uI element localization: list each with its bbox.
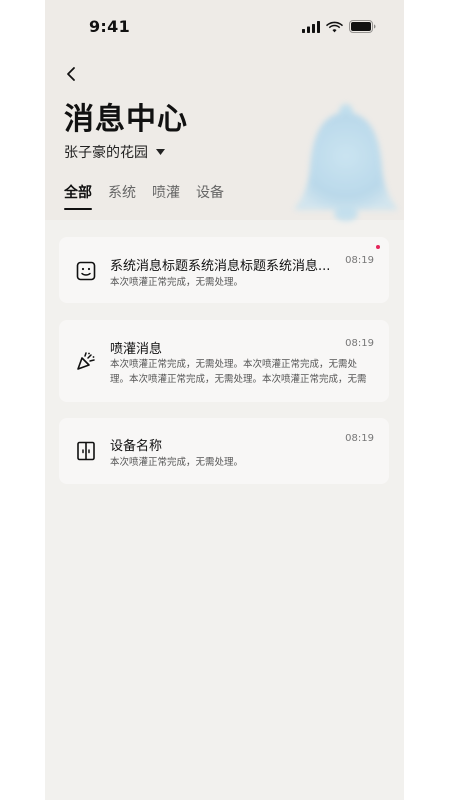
garden-name: 张子豪的花园: [64, 145, 148, 161]
status-time: 9:41: [89, 17, 130, 36]
system-message-icon: [76, 261, 96, 281]
tab-device[interactable]: 设备: [196, 182, 224, 210]
wifi-icon: [326, 21, 343, 32]
message-description: 本次喷灌正常完成，无需处理。: [110, 277, 244, 288]
message-description: 本次喷灌正常完成，无需处理。: [110, 457, 244, 468]
message-time: 08:19: [345, 433, 374, 444]
message-title: 设备名称: [110, 439, 163, 454]
device-icon: [77, 441, 95, 461]
message-card-irrigation[interactable]: 喷灌消息 08:19 本次喷灌正常完成，无需处理。本次喷灌正常完成，无需处理。本…: [59, 320, 389, 402]
back-button[interactable]: [61, 62, 81, 86]
irrigation-spray-icon: [77, 352, 95, 370]
message-time: 08:19: [345, 255, 374, 266]
message-title: 喷灌消息: [110, 342, 163, 357]
message-tabs: 全部 系统 喷灌 设备: [64, 182, 224, 210]
signal-icon: [302, 20, 320, 33]
bell-icon: [294, 104, 398, 221]
message-time: 08:19: [345, 338, 374, 349]
unread-dot: [376, 245, 380, 249]
phone-screen: 9:41 消息中心 张子豪的花园 全部 系统 喷灌 设备 系统消息标题系统消息标…: [45, 0, 404, 800]
status-bar: 9:41: [45, 0, 404, 54]
chevron-left-icon: [67, 67, 75, 81]
battery-icon: [349, 20, 376, 33]
message-title: 系统消息标题系统消息标题系统消息...: [110, 259, 331, 274]
tab-all[interactable]: 全部: [64, 182, 92, 210]
message-card-device[interactable]: 设备名称 08:19 本次喷灌正常完成，无需处理。: [59, 418, 389, 484]
tab-system[interactable]: 系统: [108, 182, 136, 210]
caret-down-icon: [156, 149, 165, 155]
page-title: 消息中心: [64, 102, 188, 137]
status-icons: [302, 20, 376, 33]
tab-irrigation[interactable]: 喷灌: [152, 182, 180, 210]
garden-selector[interactable]: 张子豪的花园: [64, 142, 165, 162]
message-description: 本次喷灌正常完成，无需处理。本次喷灌正常完成，无需处理。本次喷灌正常完成，无需处…: [110, 359, 367, 385]
message-card-system[interactable]: 系统消息标题系统消息标题系统消息... 08:19 本次喷灌正常完成，无需处理。: [59, 237, 389, 303]
